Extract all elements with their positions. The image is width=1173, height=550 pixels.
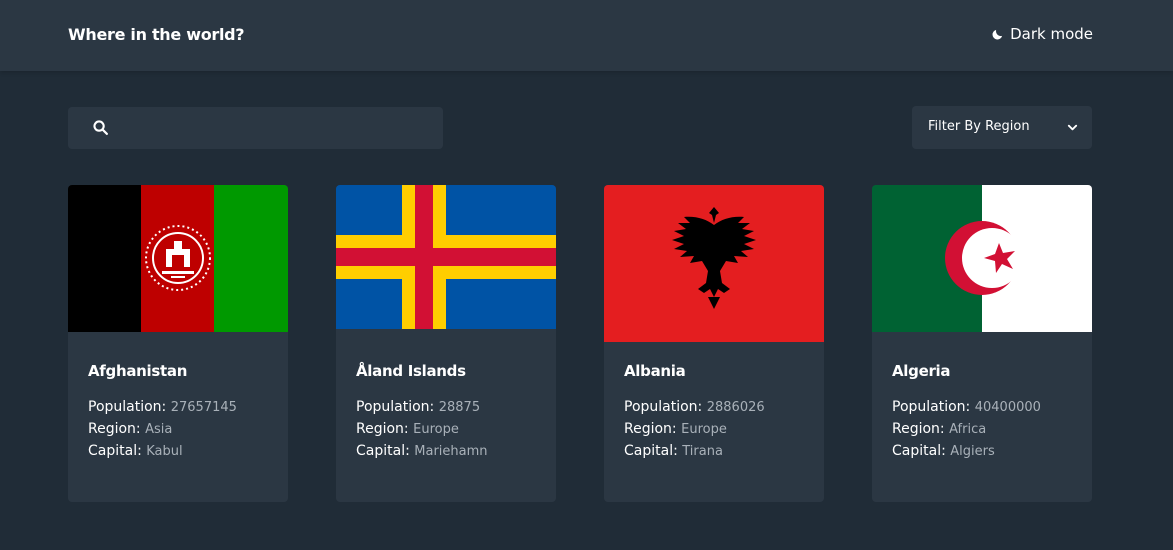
capital-row: Capital: Mariehamn bbox=[356, 443, 488, 459]
population-row: Population: 27657145 bbox=[88, 399, 237, 415]
search-bar[interactable] bbox=[68, 107, 443, 149]
country-card[interactable]: Afghanistan Population: 27657145 Region:… bbox=[68, 185, 288, 502]
algeria-flag bbox=[872, 185, 1092, 332]
population-label: Population: bbox=[356, 399, 435, 415]
country-name: Åland Islands bbox=[356, 362, 466, 380]
moon-icon bbox=[992, 29, 1003, 39]
afghanistan-flag bbox=[68, 185, 288, 332]
country-name: Albania bbox=[624, 362, 686, 380]
region-label: Region: bbox=[88, 421, 141, 437]
albania-flag bbox=[604, 185, 824, 342]
region-label: Region: bbox=[624, 421, 677, 437]
aland-flag bbox=[336, 185, 556, 329]
country-name: Algeria bbox=[892, 362, 951, 380]
population-row: Population: 28875 bbox=[356, 399, 480, 415]
capital-label: Capital: bbox=[892, 443, 946, 459]
country-card[interactable]: Åland Islands Population: 28875 Region: … bbox=[336, 185, 556, 502]
dark-mode-toggle[interactable]: Dark mode bbox=[991, 25, 1093, 43]
region-row: Region: Europe bbox=[624, 421, 727, 437]
population-label: Population: bbox=[624, 399, 703, 415]
capital-value: Kabul bbox=[146, 444, 183, 459]
capital-row: Capital: Algiers bbox=[892, 443, 995, 459]
region-filter-label: Filter By Region bbox=[928, 119, 1030, 134]
population-value: 2886026 bbox=[706, 400, 765, 415]
country-name: Afghanistan bbox=[88, 362, 188, 380]
region-filter-dropdown[interactable]: Filter By Region bbox=[912, 106, 1092, 149]
country-card[interactable]: Algeria Population: 40400000 Region: Afr… bbox=[872, 185, 1092, 502]
region-row: Region: Asia bbox=[88, 421, 172, 437]
app-title: Where in the world? bbox=[68, 25, 245, 44]
region-value: Africa bbox=[949, 422, 987, 437]
search-input[interactable] bbox=[128, 107, 428, 149]
region-value: Europe bbox=[413, 422, 459, 437]
top-bar: Where in the world? Dark mode bbox=[0, 0, 1173, 71]
population-value: 27657145 bbox=[170, 400, 237, 415]
region-row: Region: Africa bbox=[892, 421, 986, 437]
dark-mode-label: Dark mode bbox=[1010, 25, 1093, 43]
population-row: Population: 2886026 bbox=[624, 399, 765, 415]
population-row: Population: 40400000 bbox=[892, 399, 1041, 415]
capital-value: Tirana bbox=[682, 444, 723, 459]
region-row: Region: Europe bbox=[356, 421, 459, 437]
population-label: Population: bbox=[88, 399, 167, 415]
capital-row: Capital: Kabul bbox=[88, 443, 183, 459]
region-value: Europe bbox=[681, 422, 727, 437]
capital-value: Algiers bbox=[950, 444, 995, 459]
capital-value: Mariehamn bbox=[414, 444, 488, 459]
population-label: Population: bbox=[892, 399, 971, 415]
capital-row: Capital: Tirana bbox=[624, 443, 723, 459]
search-icon bbox=[93, 120, 109, 136]
population-value: 40400000 bbox=[974, 400, 1041, 415]
country-card[interactable]: Albania Population: 2886026 Region: Euro… bbox=[604, 185, 824, 502]
region-value: Asia bbox=[145, 422, 173, 437]
capital-label: Capital: bbox=[356, 443, 410, 459]
population-value: 28875 bbox=[438, 400, 481, 415]
chevron-down-icon bbox=[1067, 124, 1078, 131]
region-label: Region: bbox=[356, 421, 409, 437]
capital-label: Capital: bbox=[624, 443, 678, 459]
capital-label: Capital: bbox=[88, 443, 142, 459]
region-label: Region: bbox=[892, 421, 945, 437]
